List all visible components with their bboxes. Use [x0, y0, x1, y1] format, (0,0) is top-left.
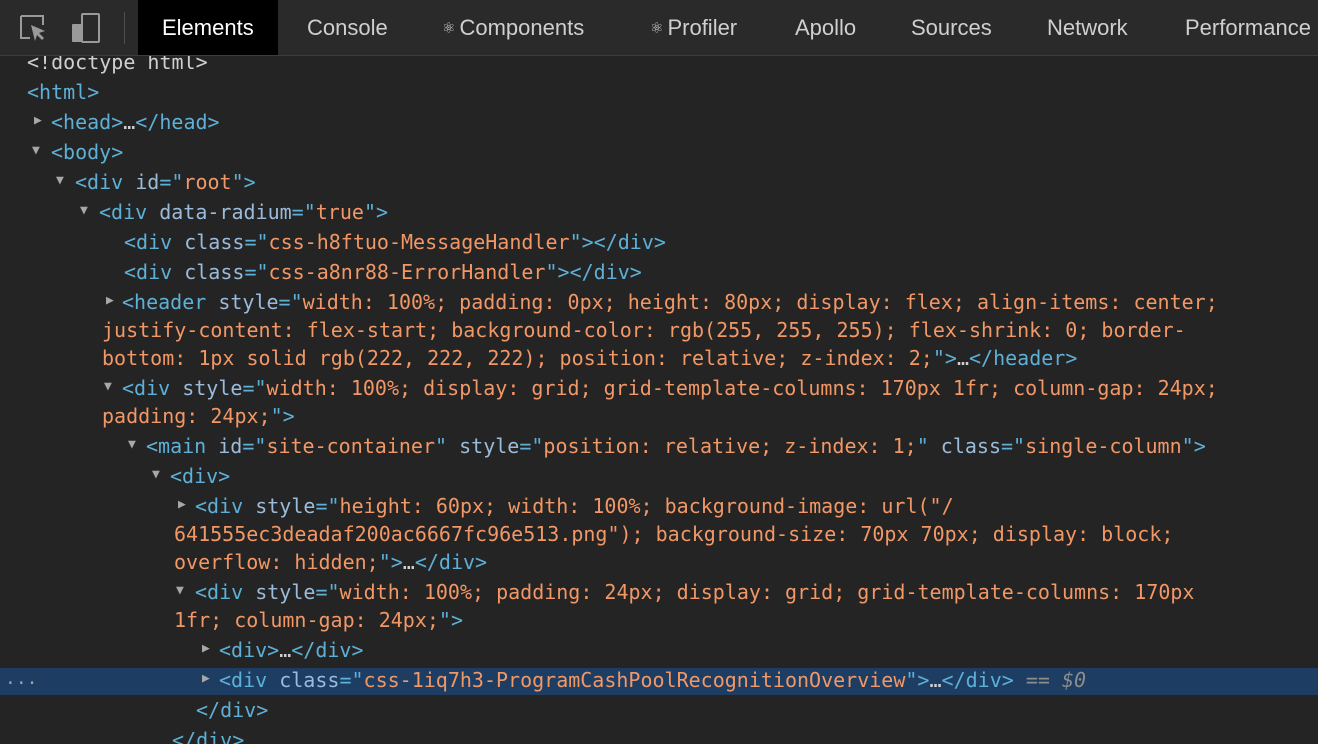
collapse-triangle-icon[interactable]: ▼	[176, 583, 184, 598]
element-picker-icon[interactable]	[18, 12, 50, 44]
tree-row-html[interactable]: <html>	[0, 80, 1318, 108]
expand-triangle-icon[interactable]: ▶	[202, 641, 210, 656]
tab-apollo[interactable]: Apollo	[795, 0, 856, 55]
tab-network[interactable]: Network	[1047, 0, 1128, 55]
tree-row-selected[interactable]: ... ▶ <div class="css-1iq7h3-ProgramCash…	[0, 668, 1318, 695]
collapse-triangle-icon[interactable]: ▼	[128, 437, 136, 452]
tree-row-close-div-2[interactable]: </div>	[0, 728, 1318, 744]
tree-row-header[interactable]: ▶ <header style="width: 100%; padding: 0…	[0, 290, 1318, 374]
tree-row-grid-div[interactable]: ▼ <div style="width: 100%; display: grid…	[0, 376, 1318, 432]
collapse-triangle-icon[interactable]: ▼	[104, 379, 112, 394]
dom-tree: <!doctype html> <html> ▶ <head>…</head> …	[0, 56, 1318, 744]
tab-performance[interactable]: Performance	[1185, 0, 1311, 55]
expand-triangle-icon[interactable]: ▶	[106, 293, 114, 308]
tree-row-message-handler[interactable]: <div class="css-h8ftuo-MessageHandler"><…	[0, 230, 1318, 258]
tree-row-error-handler[interactable]: <div class="css-a8nr88-ErrorHandler"></d…	[0, 260, 1318, 288]
expand-triangle-icon[interactable]: ▶	[34, 113, 42, 128]
collapse-triangle-icon[interactable]: ▼	[152, 467, 160, 482]
collapse-triangle-icon[interactable]: ▼	[56, 173, 64, 188]
tab-sources[interactable]: Sources	[911, 0, 992, 55]
device-toolbar-icon[interactable]	[70, 12, 102, 44]
devtools-toolbar: Elements Console ⚛ Components ⚛ Profiler A…	[0, 0, 1318, 56]
tree-row-doctype[interactable]: <!doctype html>	[0, 56, 1318, 78]
collapse-triangle-icon[interactable]: ▼	[80, 203, 88, 218]
tree-row-inner-grid[interactable]: ▼ <div style="width: 100%; padding: 24px…	[0, 580, 1318, 636]
row-menu-dots[interactable]: ...	[5, 668, 38, 689]
react-icon: ⚛	[442, 20, 456, 37]
tab-elements[interactable]: Elements	[138, 0, 278, 55]
tree-row-bg-div[interactable]: ▶ <div style="height: 60px; width: 100%;…	[0, 494, 1318, 578]
tree-row-main[interactable]: ▼ <main id="site-container" style="posit…	[0, 434, 1318, 462]
tree-row-root[interactable]: ▼ <div id="root">	[0, 170, 1318, 198]
tab-components[interactable]: ⚛ Components	[442, 0, 584, 55]
tree-row-div[interactable]: ▼ <div>	[0, 464, 1318, 492]
expand-triangle-icon[interactable]: ▶	[178, 497, 186, 512]
collapse-triangle-icon[interactable]: ▼	[32, 143, 40, 158]
expand-triangle-icon[interactable]: ▶	[202, 671, 210, 686]
tree-row-close-div[interactable]: </div>	[0, 698, 1318, 726]
tree-row-body[interactable]: ▼ <body>	[0, 140, 1318, 168]
tab-console[interactable]: Console	[307, 0, 388, 55]
tree-row-radium[interactable]: ▼ <div data-radium="true">	[0, 200, 1318, 228]
tree-row-head[interactable]: ▶ <head>…</head>	[0, 110, 1318, 138]
tree-row-collapsed-div[interactable]: ▶ <div>…</div>	[0, 638, 1318, 666]
toolbar-separator	[124, 12, 125, 44]
react-icon: ⚛	[650, 20, 664, 37]
tab-profiler[interactable]: ⚛ Profiler	[650, 0, 737, 55]
